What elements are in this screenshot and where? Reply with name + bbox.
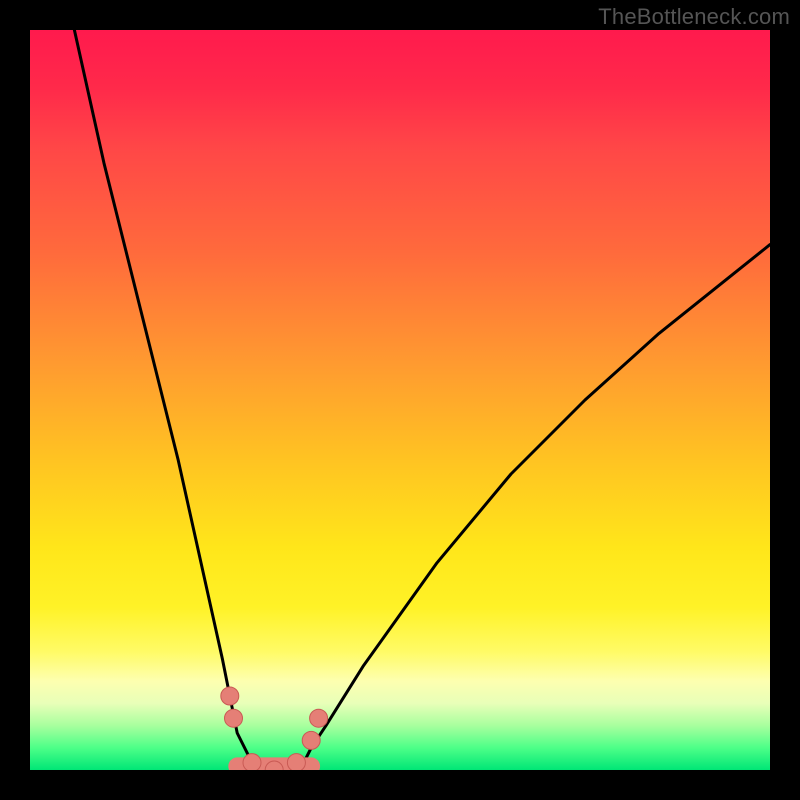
attribution-text: TheBottleneck.com	[598, 4, 790, 30]
background-gradient	[30, 30, 770, 770]
chart-frame: TheBottleneck.com	[0, 0, 800, 800]
plot-area	[30, 30, 770, 770]
